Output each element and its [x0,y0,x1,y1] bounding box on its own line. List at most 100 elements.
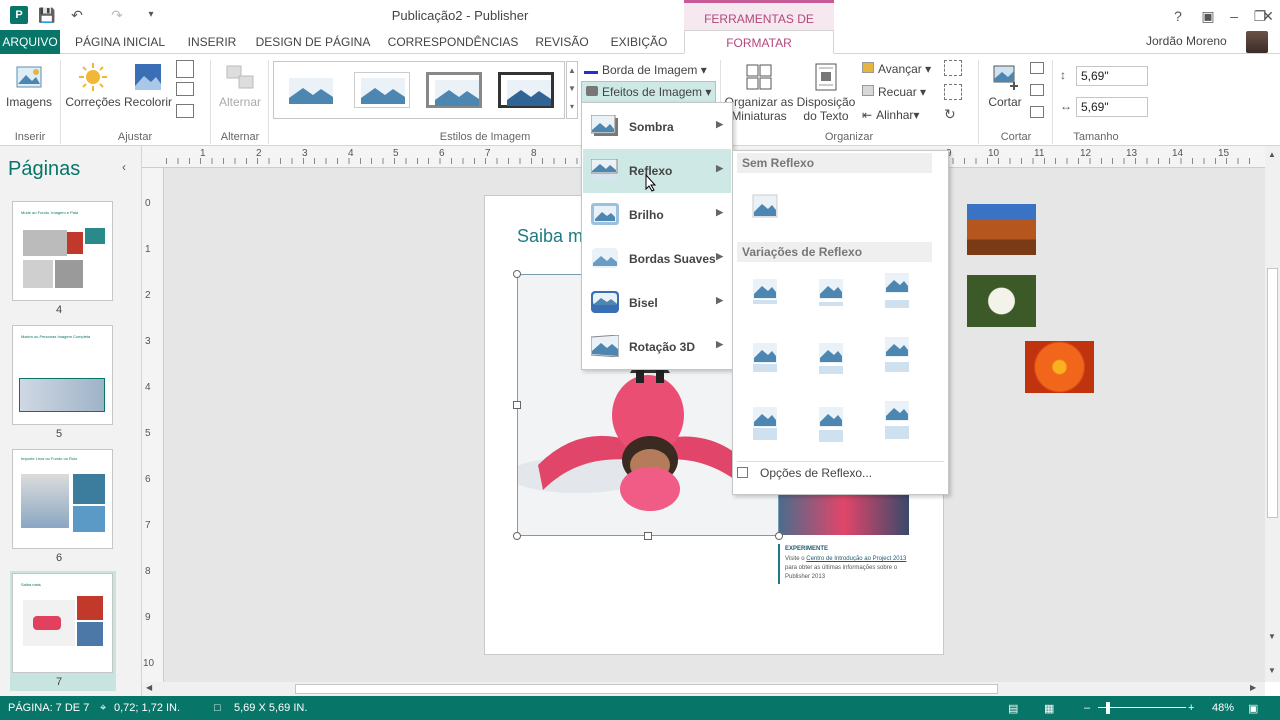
text-wrap-button[interactable]: Disposição do Texto [794,62,858,123]
zoom-in-icon[interactable]: + [1188,702,1194,714]
picture-effects-button[interactable]: Efeitos de Imagem ▾ [581,81,716,103]
send-backward-button[interactable]: Recuar ▾ [862,85,926,99]
zoom-slider-thumb[interactable] [1106,702,1110,714]
vertical-ruler[interactable]: 0 1 2 3 4 5 6 7 8 9 10 [142,168,164,682]
horizontal-scrollbar[interactable]: ◀ ▶ [142,682,1265,696]
scratch-image-canyon[interactable] [967,204,1036,255]
scratch-image-flower[interactable] [967,275,1036,327]
reflection-variation[interactable] [818,278,844,318]
horizontal-scroll-thumb[interactable] [295,684,998,694]
fill-icon[interactable] [1030,84,1044,96]
no-reflection-option[interactable] [752,194,778,223]
tab-mailings[interactable]: CORRESPONDÊNCIAS [386,30,520,54]
status-page[interactable]: PÁGINA: 7 DE 7 [8,702,89,714]
scroll-up-icon[interactable]: ▲ [1268,150,1276,159]
ribbon-display-icon[interactable]: ▣ [1196,6,1220,26]
reflection-variation[interactable] [752,278,778,318]
avatar[interactable] [1246,31,1268,53]
close-button[interactable]: ✕ [1256,6,1280,26]
picture-style-1[interactable] [282,72,338,108]
picture-style-4[interactable] [498,72,554,108]
resize-handle[interactable] [513,401,521,409]
tab-home[interactable]: PÁGINA INICIAL [68,30,172,54]
scratch-image-orange-flower[interactable] [1025,341,1094,393]
save-icon[interactable]: 💾 [38,6,56,24]
images-button[interactable]: Imagens [4,62,54,109]
redo-icon[interactable]: ↷ [108,6,126,24]
customize-qat-icon[interactable]: ▾ [142,6,160,24]
reflection-variation[interactable] [818,342,844,382]
menu-item-glow[interactable]: Brilho ▶ [583,193,731,237]
page-thumbnail-6[interactable]: Importe Lhos ou Fundo ou Rolo [12,449,113,549]
ungroup-icon[interactable] [944,84,962,100]
height-input[interactable]: 5,69" [1076,66,1148,86]
width-input[interactable]: 5,69" [1076,97,1148,117]
callout-title[interactable]: EXPERIMENTE [785,546,828,552]
bring-forward-button[interactable]: Avançar ▾ [862,62,931,76]
page-heading[interactable]: Saiba m [517,226,583,247]
callout-line2[interactable]: para obter as últimas informações sobre … [785,565,897,571]
single-page-view-icon[interactable]: ▤ [1008,702,1018,715]
resize-handle[interactable] [513,532,521,540]
scroll-right-icon[interactable]: ▶ [1250,683,1256,692]
gallery-scroll[interactable]: ▲ ▼ ▾ [566,61,578,119]
compress-pictures-icon[interactable] [176,60,194,78]
menu-item-shadow[interactable]: Sombra ▶ [583,105,731,149]
menu-item-3d-rotation[interactable]: Rotação 3D ▶ [583,325,731,369]
callout-line3[interactable]: Publisher 2013 [785,574,825,580]
tab-insert[interactable]: INSERIR [184,30,240,54]
arrange-thumbnails-button[interactable]: Organizar as Miniaturas [724,62,794,123]
resize-handle[interactable] [775,532,783,540]
fit-page-icon[interactable]: ▣ [1248,702,1258,715]
group-icon[interactable] [944,60,962,76]
help-button[interactable]: ? [1166,6,1190,26]
scroll-left-icon[interactable]: ◀ [146,683,152,692]
zoom-level[interactable]: 48% [1212,702,1234,714]
tab-review[interactable]: REVISÃO [530,30,594,54]
menu-item-bevel[interactable]: Bisel ▶ [583,281,731,325]
callout-line1[interactable]: Visite o Centro de Introdução ao Project… [785,556,906,562]
vertical-scroll-thumb[interactable] [1267,268,1278,518]
collapse-pane-icon[interactable]: ‹ [122,160,126,174]
tab-file[interactable]: ARQUIVO [0,30,60,54]
resize-handle[interactable] [644,532,652,540]
scroll-down-icon[interactable]: ▼ [1268,666,1276,675]
reflection-options-item[interactable]: Opções de Reflexo... [737,466,872,480]
reflection-variation[interactable] [884,400,910,440]
resize-handle[interactable] [513,270,521,278]
page-thumbnail-5[interactable]: Maxim ou Personas Imagem Completa [12,325,113,425]
zoom-slider[interactable] [1098,707,1186,708]
scroll-down-icon[interactable]: ▼ [1268,632,1276,641]
page-thumbnail-4[interactable]: Mude ao Fundo, Imagem e Pala [12,201,113,301]
minimize-button[interactable]: – [1222,6,1246,26]
two-page-view-icon[interactable]: ▦ [1044,702,1054,715]
tab-page-design[interactable]: DESIGN DE PÁGINA [252,30,374,54]
undo-icon[interactable]: ↶ [68,6,86,24]
reflection-variation[interactable] [752,342,778,382]
tab-format[interactable]: FORMATAR [684,30,834,54]
picture-style-2[interactable] [354,72,410,108]
menu-item-soft-edges[interactable]: Bordas Suaves ▶ [583,237,731,281]
reflection-variation[interactable] [818,406,844,446]
reset-picture-icon[interactable] [176,104,194,118]
recolor-button[interactable]: Recolorir [122,62,174,109]
zoom-out-icon[interactable]: – [1084,702,1090,714]
menu-item-reflection[interactable]: Reflexo ▶ [583,149,731,193]
clear-crop-icon[interactable] [1030,106,1044,118]
crop-button[interactable]: Cortar [984,62,1026,109]
publisher-logo-icon[interactable]: P [10,6,28,24]
fit-icon[interactable] [1030,62,1044,74]
picture-border-button[interactable]: Borda de Imagem ▾ [584,62,707,77]
user-name[interactable]: Jordão Moreno [1146,34,1227,48]
alternate-button[interactable]: Alternar [214,62,266,109]
tab-view[interactable]: EXIBIÇÃO [604,30,674,54]
page-thumbnail-7[interactable]: Saiba mais [12,573,113,673]
picture-styles-gallery[interactable] [273,61,565,119]
align-button[interactable]: ⇤ Alinhar▾ [862,108,919,122]
reflection-variation[interactable] [752,406,778,446]
change-picture-icon[interactable] [176,82,194,96]
reflection-variation[interactable] [884,336,910,376]
callout-link[interactable]: Centro de Introdução ao Project 2013 [806,556,906,562]
rotate-icon[interactable]: ↻ [944,106,962,122]
secondary-picture[interactable] [779,495,909,535]
